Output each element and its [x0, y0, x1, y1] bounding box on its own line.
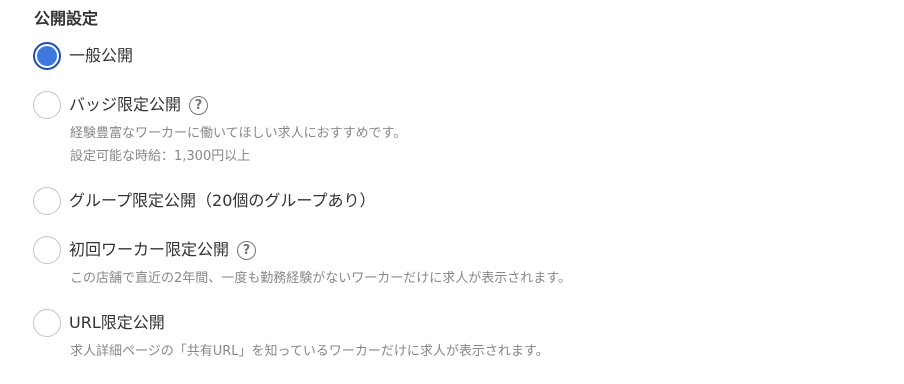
- visibility-option-first-time: 初回ワーカー限定公開 ? この店舗で直近の2年間、一度も勤務経験がないワーカーだ…: [33, 234, 873, 290]
- radio-option-public[interactable]: 一般公開: [33, 40, 873, 72]
- visibility-option-url: URL限定公開 求人詳細ページの「共有URL」を知っているワーカーだけに求人が表…: [33, 307, 873, 363]
- visibility-option-group: グループ限定公開（20個のグループあり）: [33, 185, 873, 217]
- option-description-first-time: この店舗で直近の2年間、一度も勤務経験がないワーカーだけに求人が表示されます。: [70, 271, 571, 286]
- help-question-icon[interactable]: ?: [237, 240, 257, 260]
- radio-option-url[interactable]: URL限定公開: [33, 307, 873, 339]
- option-label-first-time: 初回ワーカー限定公開: [69, 240, 230, 259]
- radio-option-first-time[interactable]: 初回ワーカー限定公開 ?: [33, 234, 873, 266]
- help-question-icon[interactable]: ?: [189, 95, 209, 115]
- option-description-url: 求人詳細ページの「共有URL」を知っているワーカーだけに求人が表示されます。: [70, 344, 549, 359]
- radio-button-public[interactable]: [33, 42, 61, 70]
- option-label-url: URL限定公開: [69, 313, 165, 332]
- radio-button-badge[interactable]: [33, 91, 61, 119]
- option-label-badge: バッジ限定公開: [69, 95, 182, 114]
- radio-option-group[interactable]: グループ限定公開（20個のグループあり）: [33, 185, 873, 217]
- radio-button-first-time[interactable]: [33, 236, 61, 264]
- radio-option-badge[interactable]: バッジ限定公開 ?: [33, 89, 873, 121]
- radio-selected-dot: [37, 46, 57, 66]
- radio-button-url[interactable]: [33, 309, 61, 337]
- radio-button-group[interactable]: [33, 187, 61, 215]
- section-title: 公開設定: [34, 9, 99, 28]
- option-description-badge-2: 設定可能な時給：1,300円以上: [70, 149, 251, 164]
- visibility-option-public: 一般公開: [33, 40, 873, 72]
- option-label-group: グループ限定公開（20個のグループあり）: [69, 191, 376, 210]
- visibility-option-badge: バッジ限定公開 ? 経験豊富なワーカーに働いてほしい求人におすすめです。 設定可…: [33, 89, 873, 168]
- option-label-public: 一般公開: [69, 46, 134, 65]
- option-description-badge-1: 経験豊富なワーカーに働いてほしい求人におすすめです。: [70, 126, 407, 141]
